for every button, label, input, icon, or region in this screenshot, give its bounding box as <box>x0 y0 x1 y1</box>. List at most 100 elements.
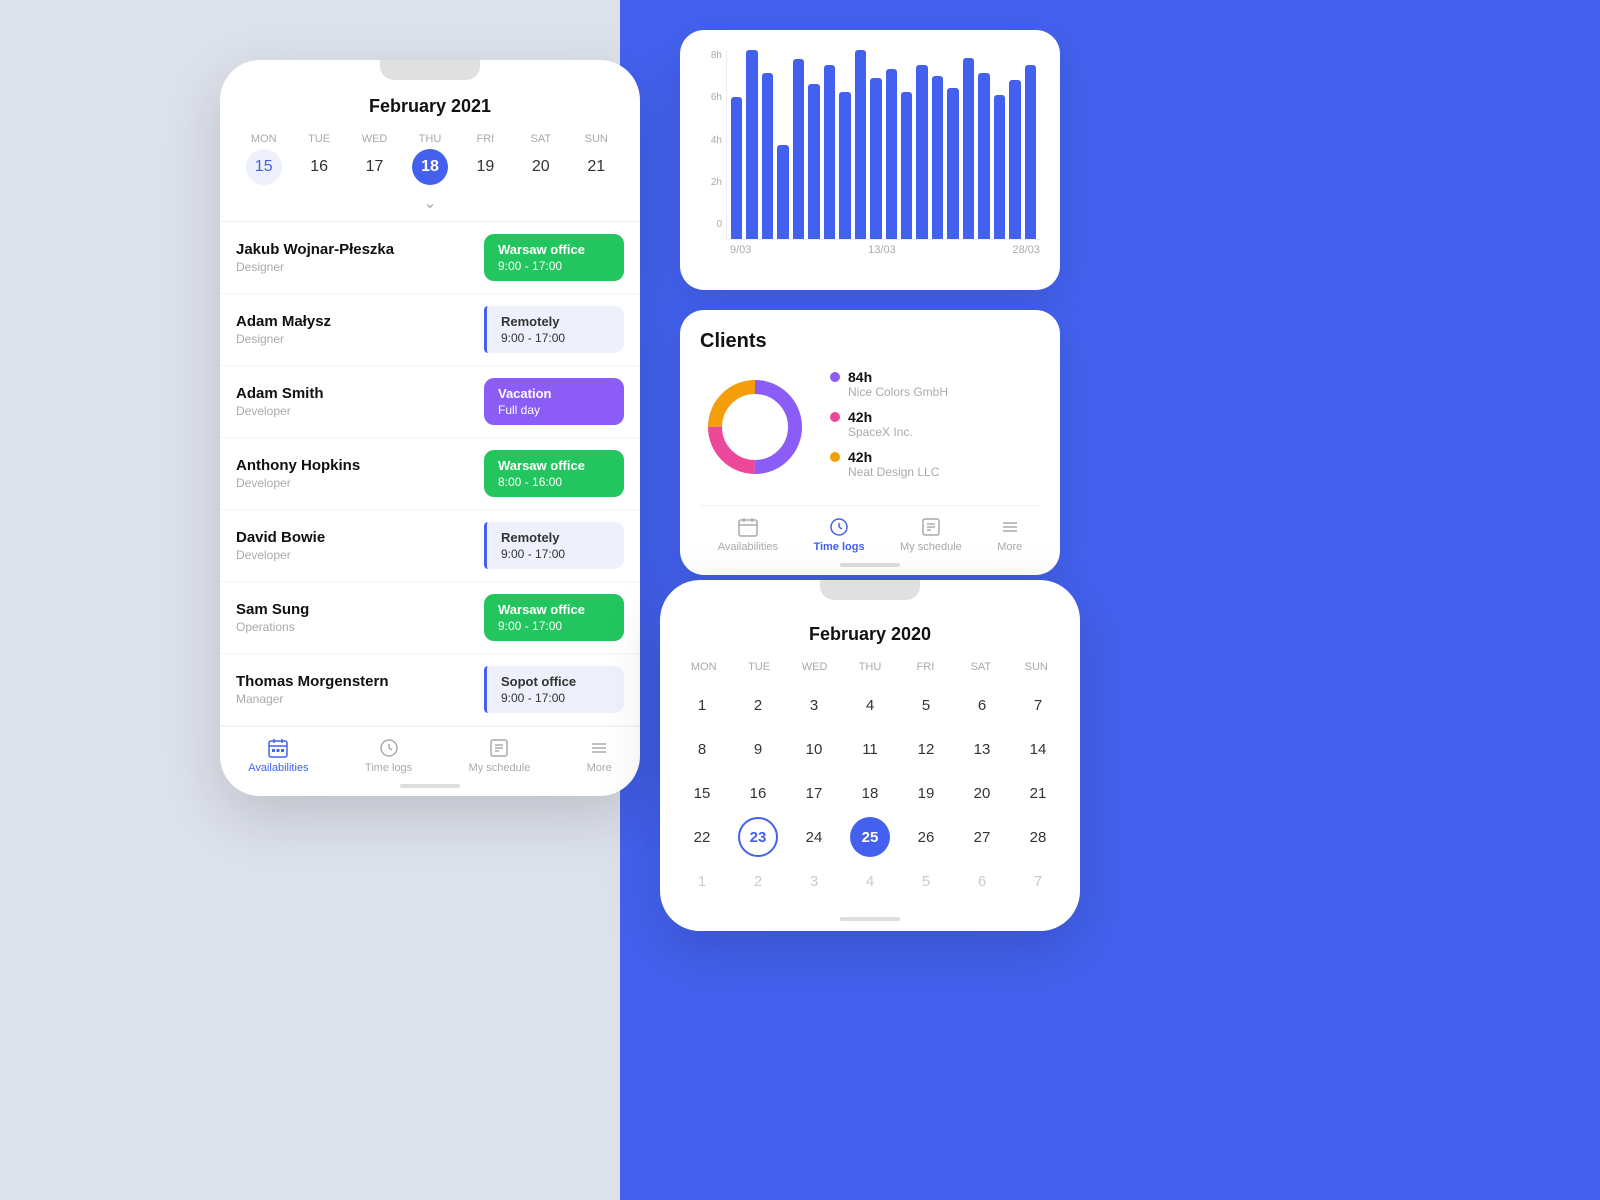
chart-x-labels: 9/03 13/03 28/03 <box>700 240 1040 256</box>
nav-myschedule[interactable]: My schedule <box>469 737 531 774</box>
bar-7 <box>824 65 835 239</box>
cal2-11[interactable]: 11 <box>850 729 890 769</box>
cal-day-wed[interactable]: WED 17 <box>351 133 399 185</box>
phone1-nav: Availabilities Time logs My <box>220 726 640 780</box>
bar-1 <box>731 97 742 239</box>
cal2-next-2[interactable]: 2 <box>738 861 778 901</box>
badge-thomas: Sopot office 9:00 - 17:00 <box>484 666 624 713</box>
cal-day-fri[interactable]: FRI 19 <box>461 133 509 185</box>
cal2-28[interactable]: 28 <box>1018 817 1058 857</box>
legend-text-3: 42h Neat Design LLC <box>848 449 939 479</box>
clients-nav-timelogs[interactable]: Time logs <box>813 516 864 553</box>
cal-day-sat[interactable]: SAT 20 <box>517 133 565 185</box>
blue-blob-bottom <box>1300 900 1600 1200</box>
cal-day-tue[interactable]: TUE 16 <box>295 133 343 185</box>
cal2-22[interactable]: 22 <box>682 817 722 857</box>
badge-location-adam-m: Remotely <box>501 314 610 329</box>
nav-more[interactable]: More <box>587 737 612 774</box>
bar-20 <box>1025 65 1036 239</box>
cal2-next-1[interactable]: 1 <box>682 861 722 901</box>
legend-hours-3: 42h <box>848 449 939 465</box>
phone-notch <box>380 60 480 80</box>
cal2-21[interactable]: 21 <box>1018 773 1058 813</box>
day-num-thu: 18 <box>412 149 448 185</box>
cal2-next-5[interactable]: 5 <box>906 861 946 901</box>
cal2-8[interactable]: 8 <box>682 729 722 769</box>
cal2-20[interactable]: 20 <box>962 773 1002 813</box>
calendar-expand-button[interactable]: ⌄ <box>220 185 640 221</box>
badge-location-jakub: Warsaw office <box>498 242 610 257</box>
legend-item-1: 84h Nice Colors GmbH <box>830 369 1040 399</box>
clients-title: Clients <box>700 330 1040 353</box>
cal2-next-7[interactable]: 7 <box>1018 861 1058 901</box>
badge-location-david: Remotely <box>501 530 610 545</box>
staff-row-david[interactable]: David Bowie Developer Remotely 9:00 - 17… <box>220 510 640 582</box>
nav-availabilities[interactable]: Availabilities <box>248 737 308 774</box>
legend-hours-2: 42h <box>848 409 913 425</box>
legend-dot-3 <box>830 452 840 462</box>
cal2-18[interactable]: 18 <box>850 773 890 813</box>
cal2-10[interactable]: 10 <box>794 729 834 769</box>
nav-timelogs[interactable]: Time logs <box>365 737 412 774</box>
staff-role-sam: Operations <box>236 620 472 634</box>
cal2-27[interactable]: 27 <box>962 817 1002 857</box>
clients-nav: Availabilities Time logs My <box>700 505 1040 559</box>
cal2-19[interactable]: 19 <box>906 773 946 813</box>
staff-row-adam-s[interactable]: Adam Smith Developer Vacation Full day <box>220 366 640 438</box>
cal2-9[interactable]: 9 <box>738 729 778 769</box>
cal2-2[interactable]: 2 <box>738 685 778 725</box>
cal2-17[interactable]: 17 <box>794 773 834 813</box>
bar-4 <box>777 145 788 240</box>
cal2-next-6[interactable]: 6 <box>962 861 1002 901</box>
badge-time-thomas: 9:00 - 17:00 <box>501 691 610 705</box>
legend-item-2: 42h SpaceX Inc. <box>830 409 1040 439</box>
staff-role-david: Developer <box>236 548 472 562</box>
clients-nav-myschedule[interactable]: My schedule <box>900 516 962 553</box>
bar-3 <box>762 73 773 239</box>
calendar2-title: February 2020 <box>660 600 1080 657</box>
cal2-24[interactable]: 24 <box>794 817 834 857</box>
cal2-16[interactable]: 16 <box>738 773 778 813</box>
x-label-903: 9/03 <box>730 244 751 256</box>
cal2-next-3[interactable]: 3 <box>794 861 834 901</box>
cal2-26[interactable]: 26 <box>906 817 946 857</box>
cal2-6[interactable]: 6 <box>962 685 1002 725</box>
cal2-14[interactable]: 14 <box>1018 729 1058 769</box>
bar-11 <box>886 69 897 239</box>
badge-location-sam: Warsaw office <box>498 602 610 617</box>
cal-day-thu[interactable]: THU 18 <box>406 133 454 185</box>
nav-timelogs-label: Time logs <box>365 762 412 774</box>
staff-row-adam-m[interactable]: Adam Małysz Designer Remotely 9:00 - 17:… <box>220 294 640 366</box>
day-name-mon: MON <box>251 133 277 145</box>
cal2-1[interactable]: 1 <box>682 685 722 725</box>
cal2-5[interactable]: 5 <box>906 685 946 725</box>
menu-icon <box>588 737 610 759</box>
cal2-15[interactable]: 15 <box>682 773 722 813</box>
staff-row-jakub[interactable]: Jakub Wojnar-Płeszka Designer Warsaw off… <box>220 222 640 294</box>
cal-day-sun[interactable]: SUN 21 <box>572 133 620 185</box>
badge-adam-s: Vacation Full day <box>484 378 624 425</box>
cal2-next-4[interactable]: 4 <box>850 861 890 901</box>
staff-row-sam[interactable]: Sam Sung Operations Warsaw office 9:00 -… <box>220 582 640 654</box>
staff-row-thomas[interactable]: Thomas Morgenstern Manager Sopot office … <box>220 654 640 726</box>
clients-panel: Clients 84h Nice Colors <box>680 310 1060 575</box>
cal2-13[interactable]: 13 <box>962 729 1002 769</box>
staff-info-david: David Bowie Developer <box>236 529 472 562</box>
wd-wed: WED <box>787 657 842 677</box>
day-num-fri: 19 <box>467 149 503 185</box>
cal-day-mon[interactable]: MON 15 <box>240 133 288 185</box>
menu-icon-2 <box>999 516 1021 538</box>
cal2-4[interactable]: 4 <box>850 685 890 725</box>
cal2-12[interactable]: 12 <box>906 729 946 769</box>
cal2-25[interactable]: 25 <box>850 817 890 857</box>
clients-nav-more[interactable]: More <box>997 516 1022 553</box>
staff-list: Jakub Wojnar-Płeszka Designer Warsaw off… <box>220 221 640 726</box>
cal2-3[interactable]: 3 <box>794 685 834 725</box>
wd-sat: SAT <box>953 657 1008 677</box>
cal2-23[interactable]: 23 <box>738 817 778 857</box>
staff-row-anthony[interactable]: Anthony Hopkins Developer Warsaw office … <box>220 438 640 510</box>
clients-nav-availabilities[interactable]: Availabilities <box>718 516 778 553</box>
cal2-7[interactable]: 7 <box>1018 685 1058 725</box>
legend-text-2: 42h SpaceX Inc. <box>848 409 913 439</box>
badge-time-adam-s: Full day <box>498 403 610 417</box>
